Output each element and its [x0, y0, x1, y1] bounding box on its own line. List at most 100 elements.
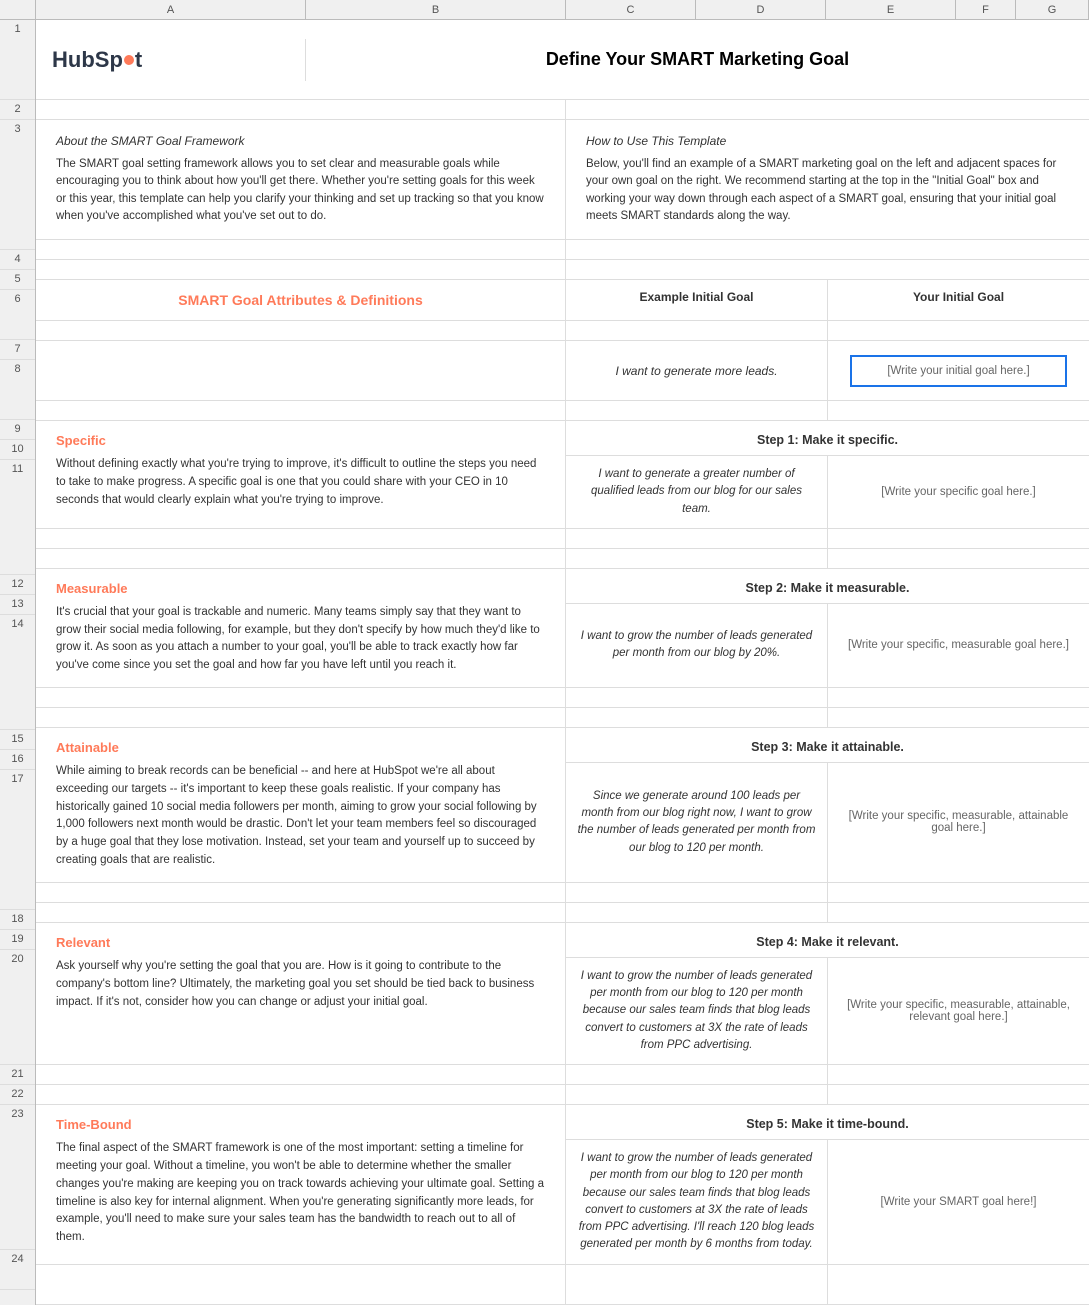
title-row: Hub Spt Define Your SMART Marketing Goal: [36, 20, 1089, 100]
step-3-example: Since we generate around 100 leads per m…: [566, 763, 828, 882]
col-header-b[interactable]: B: [306, 0, 566, 19]
about-body: The SMART goal setting framework allows …: [56, 156, 545, 225]
col-header-f[interactable]: F: [956, 0, 1016, 19]
spacer-row-9: [36, 401, 1089, 421]
col-header-g[interactable]: G: [1016, 0, 1089, 19]
hubspot-logo: Hub Spt: [52, 47, 142, 73]
step-4-your[interactable]: [Write your specific, measurable, attain…: [828, 958, 1089, 1064]
row-num-8: 8: [0, 360, 35, 420]
step-2-your[interactable]: [Write your specific, measurable goal he…: [828, 604, 1089, 687]
initial-goal-left-spacer: [36, 341, 566, 400]
step-3-your[interactable]: [Write your specific, measurable, attain…: [828, 763, 1089, 882]
step-1-cols: Step 1: Make it specific. I want to gene…: [566, 421, 1089, 528]
step-1-example: I want to generate a greater number of q…: [566, 456, 828, 528]
hub-text: Hub: [52, 47, 95, 73]
row-num-1: 1: [0, 20, 35, 100]
spacer-row-2: [36, 100, 1089, 120]
step-2-header: Step 2: Make it measurable.: [566, 569, 1089, 604]
info-row: About the SMART Goal Framework The SMART…: [36, 120, 1089, 240]
col-header-e[interactable]: E: [826, 0, 956, 19]
row-num-2: 2: [0, 100, 35, 120]
step-1-row: Specific Without defining exactly what y…: [36, 421, 1089, 529]
goal-cols-header: Example Initial Goal Your Initial Goal: [566, 280, 1089, 320]
step-2-content: I want to grow the number of leads gener…: [566, 604, 1089, 687]
sp-text: Sp: [95, 47, 123, 73]
step-5-example: I want to grow the number of leads gener…: [566, 1140, 828, 1264]
how-to-section: How to Use This Template Below, you'll f…: [566, 120, 1089, 239]
initial-goal-cols: I want to generate more leads. [Write yo…: [566, 341, 1089, 400]
spacer-row-15: [36, 688, 1089, 708]
step-4-cols: Step 4: Make it relevant. I want to grow…: [566, 923, 1089, 1064]
attainable-label: Attainable: [56, 740, 545, 755]
logo-cell: Hub Spt: [36, 39, 306, 81]
step-4-example: I want to grow the number of leads gener…: [566, 958, 828, 1064]
step-3-header: Step 3: Make it attainable.: [566, 728, 1089, 763]
spacer-row-7: [36, 321, 1089, 341]
attainable-section: Attainable While aiming to break records…: [36, 728, 566, 882]
row-num-22: 22: [0, 1085, 35, 1105]
how-to-heading: How to Use This Template: [586, 134, 1069, 148]
row-num-3: 3: [0, 120, 35, 250]
row-num-24: 24: [0, 1250, 35, 1290]
attainable-desc: While aiming to break records can be ben…: [56, 763, 545, 870]
row-num-21: 21: [0, 1065, 35, 1085]
step-2-cols: Step 2: Make it measurable. I want to gr…: [566, 569, 1089, 687]
step-1-content: I want to generate a greater number of q…: [566, 456, 1089, 528]
spacer-row-16: [36, 708, 1089, 728]
measurable-label: Measurable: [56, 581, 545, 596]
time-bound-section: Time-Bound The final aspect of the SMART…: [36, 1105, 566, 1264]
row-num-13: 13: [0, 595, 35, 615]
col-header-d[interactable]: D: [696, 0, 826, 19]
row-num-7: 7: [0, 340, 35, 360]
row-num-6: 6: [0, 290, 35, 340]
measurable-section: Measurable It's crucial that your goal i…: [36, 569, 566, 687]
title-cell: Define Your SMART Marketing Goal: [306, 41, 1089, 78]
example-initial-goal: I want to generate more leads.: [566, 341, 828, 400]
step-3-row: Attainable While aiming to break records…: [36, 728, 1089, 883]
your-initial-goal-input[interactable]: [Write your initial goal here.]: [850, 355, 1067, 387]
smart-header-row: SMART Goal Attributes & Definitions Exam…: [36, 280, 1089, 321]
spacer-row-19: [36, 903, 1089, 923]
step-4-content: I want to grow the number of leads gener…: [566, 958, 1089, 1064]
step-5-row: Time-Bound The final aspect of the SMART…: [36, 1105, 1089, 1265]
spot-container: Spt: [95, 47, 142, 73]
specific-section: Specific Without defining exactly what y…: [36, 421, 566, 528]
relevant-desc: Ask yourself why you're setting the goal…: [56, 958, 545, 1011]
spacer-row-21: [36, 1065, 1089, 1085]
row-num-11: 11: [0, 460, 35, 575]
step-4-row: Relevant Ask yourself why you're setting…: [36, 923, 1089, 1065]
row-num-10: 10: [0, 440, 35, 460]
spacer-row-22: [36, 1085, 1089, 1105]
time-bound-desc: The final aspect of the SMART framework …: [56, 1140, 545, 1247]
example-goal-col-header: Example Initial Goal: [566, 280, 828, 320]
row-num-16: 16: [0, 750, 35, 770]
spacer-row-12: [36, 529, 1089, 549]
page-title: Define Your SMART Marketing Goal: [314, 49, 1081, 70]
main-area: 1 2 3 4 5 6 7 8 9 10 11 12 13 14 15 16 1…: [0, 20, 1089, 1305]
row-num-14: 14: [0, 615, 35, 730]
relevant-section: Relevant Ask yourself why you're setting…: [36, 923, 566, 1064]
step-5-content: I want to grow the number of leads gener…: [566, 1140, 1089, 1264]
time-bound-label: Time-Bound: [56, 1117, 545, 1132]
column-header-row: A B C D E F G: [0, 0, 1089, 20]
spacer-row-13: [36, 549, 1089, 569]
about-heading: About the SMART Goal Framework: [56, 134, 545, 148]
specific-label: Specific: [56, 433, 545, 448]
col-header-a[interactable]: A: [36, 0, 306, 19]
spacer-row-4: [36, 240, 1089, 260]
row-numbers: 1 2 3 4 5 6 7 8 9 10 11 12 13 14 15 16 1…: [0, 20, 36, 1305]
col-header-c[interactable]: C: [566, 0, 696, 19]
step-1-your[interactable]: [Write your specific goal here.]: [828, 456, 1089, 528]
about-section: About the SMART Goal Framework The SMART…: [36, 120, 566, 239]
row-num-23: 23: [0, 1105, 35, 1250]
row-num-5: 5: [0, 270, 35, 290]
row-num-20: 20: [0, 950, 35, 1065]
corner-cell: [0, 0, 36, 19]
relevant-label: Relevant: [56, 935, 545, 950]
step-5-your[interactable]: [Write your SMART goal here!]: [828, 1140, 1089, 1264]
step-5-header: Step 5: Make it time-bound.: [566, 1105, 1089, 1140]
your-initial-goal-cell: [Write your initial goal here.]: [828, 341, 1089, 400]
your-goal-col-header: Your Initial Goal: [828, 280, 1089, 320]
row-num-15: 15: [0, 730, 35, 750]
initial-goal-row: I want to generate more leads. [Write yo…: [36, 341, 1089, 401]
